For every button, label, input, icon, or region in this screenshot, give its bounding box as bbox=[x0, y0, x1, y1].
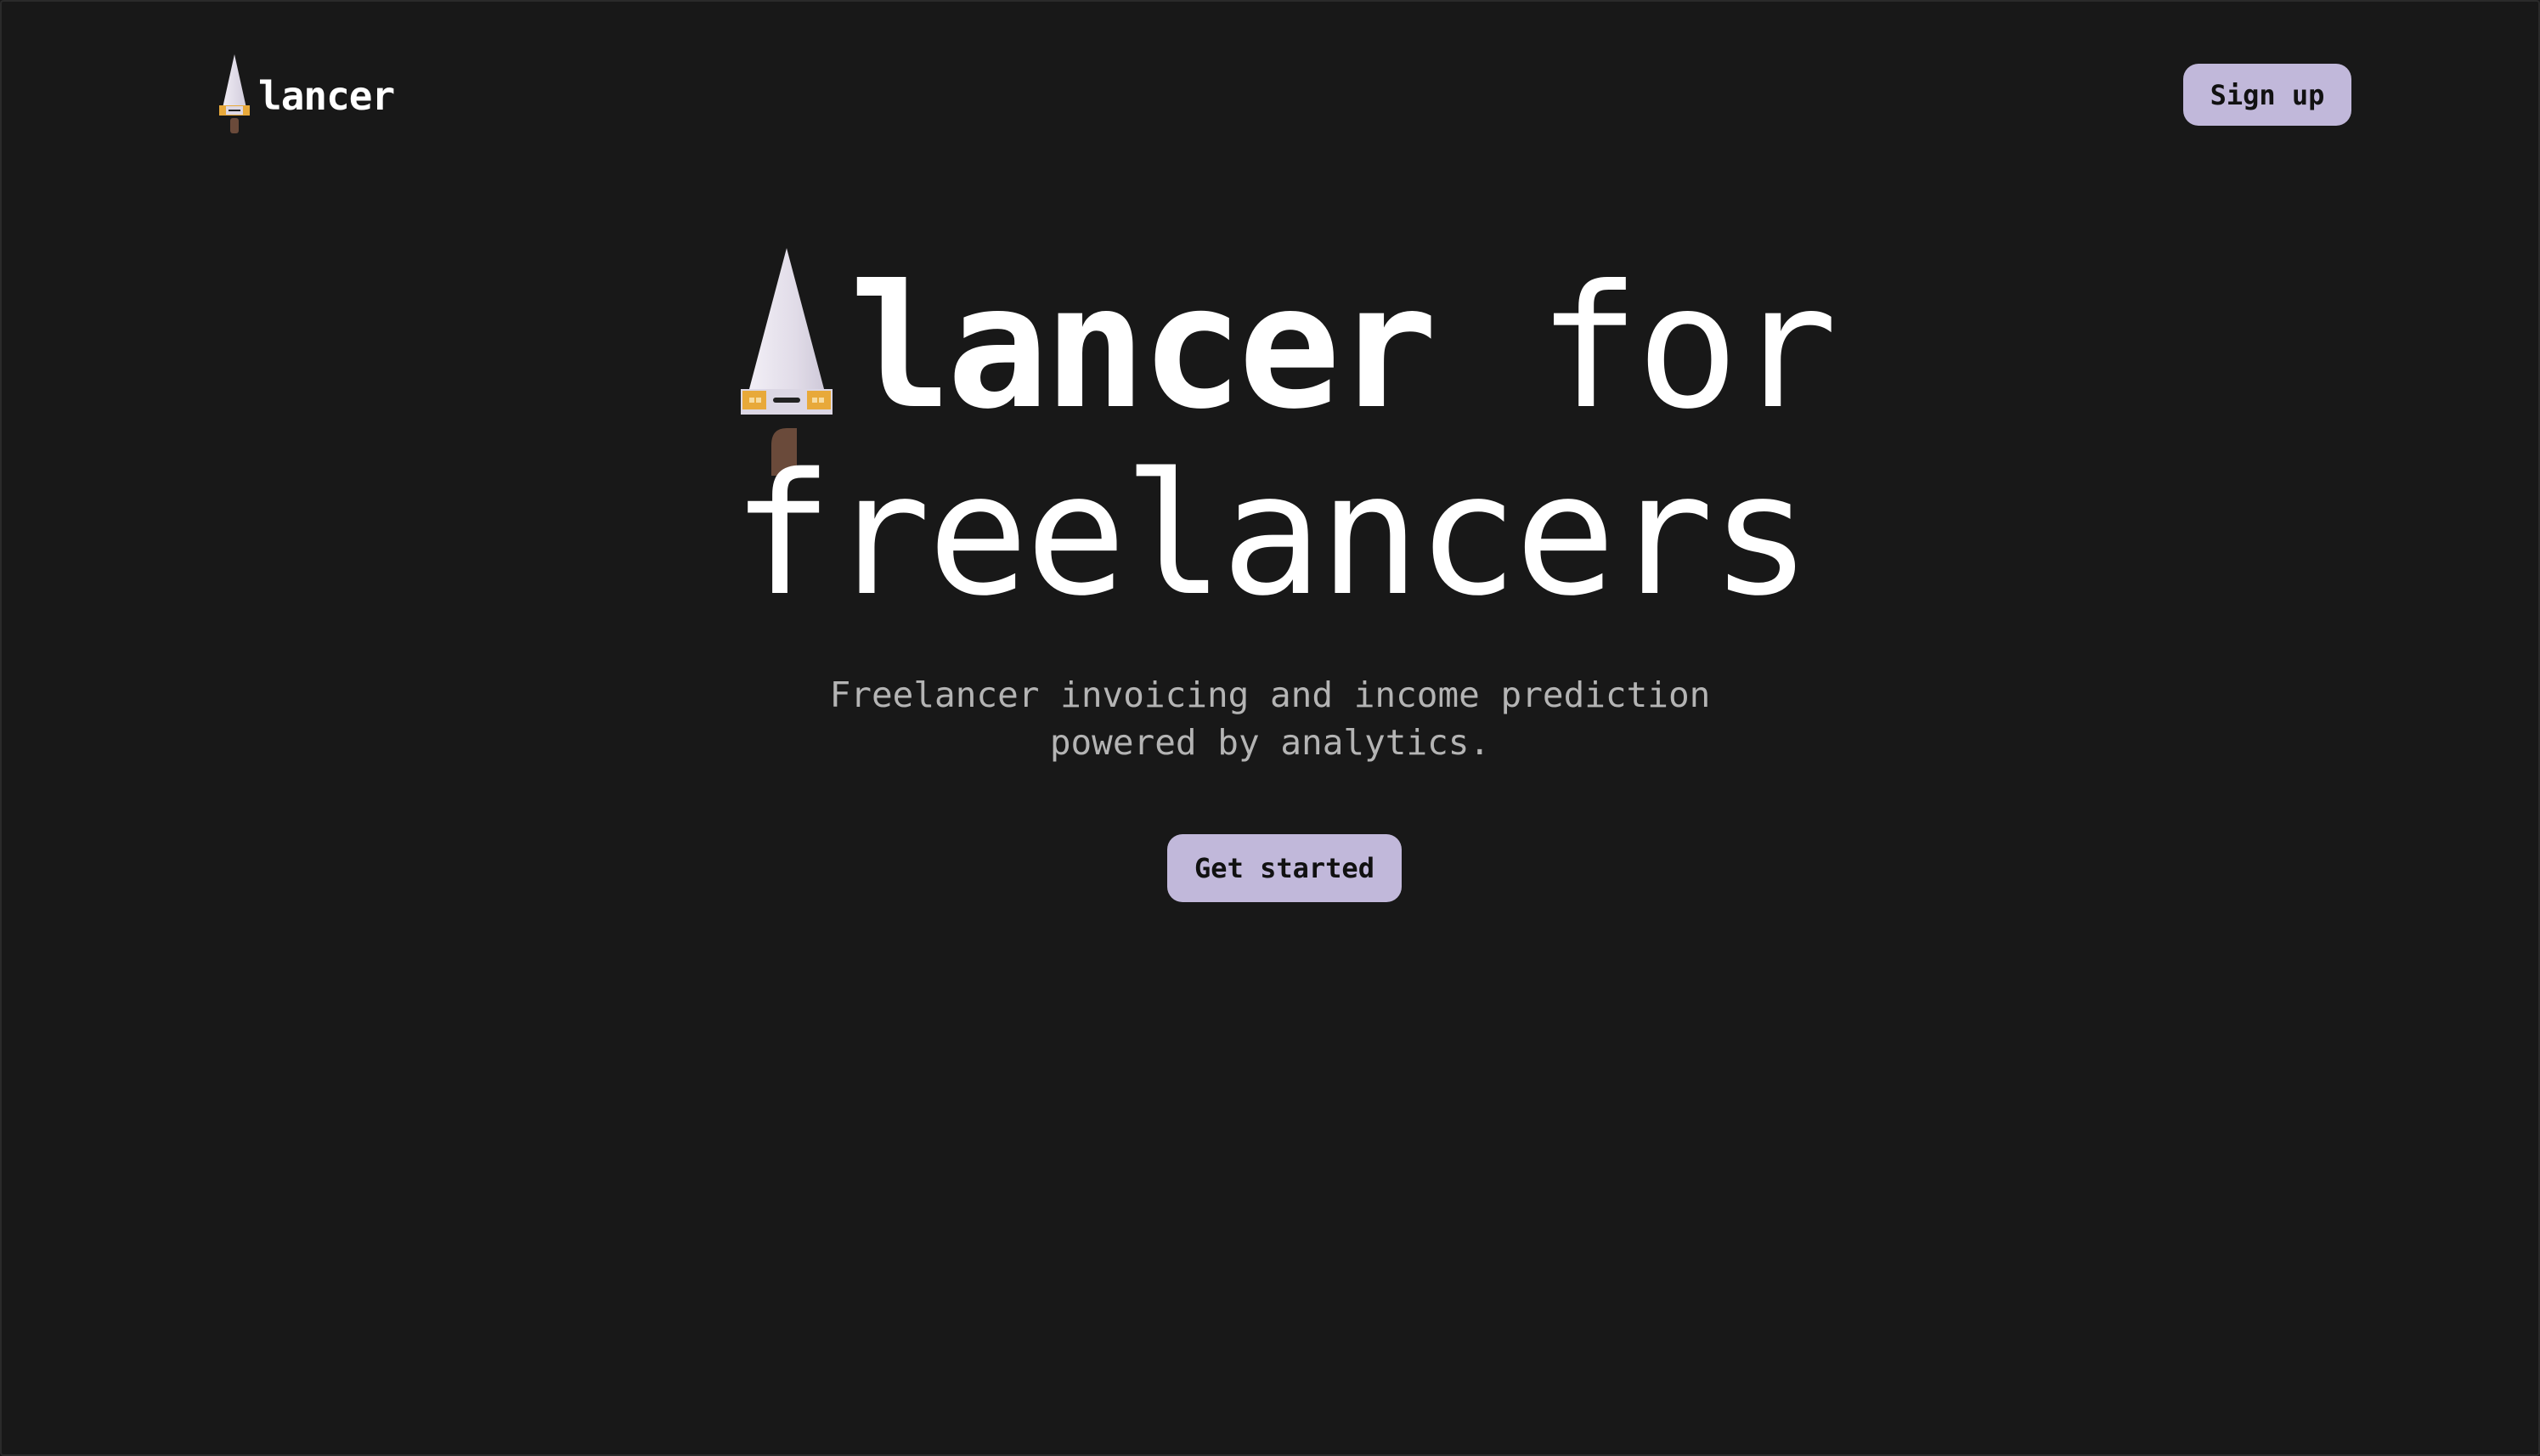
brand-home-link[interactable]: lancer bbox=[216, 53, 395, 138]
hero-subtitle: Freelancer invoicing and income predicti… bbox=[0, 671, 2540, 766]
hero-title-freelancers: freelancers bbox=[731, 437, 1811, 633]
hero-section: lancer for freelancers bbox=[0, 238, 2540, 680]
site-header: lancer Sign up bbox=[0, 0, 2540, 144]
gnome-hat-mascot-icon bbox=[219, 54, 250, 133]
sign-up-button[interactable]: Sign up bbox=[2183, 64, 2351, 126]
brand-name: lancer bbox=[258, 73, 395, 119]
hero-subtitle-line2: powered by analytics. bbox=[1049, 722, 1491, 763]
get-started-button[interactable]: Get started bbox=[1167, 834, 1402, 902]
hero-title-brand: lancer bbox=[849, 249, 1437, 447]
hero-subtitle-line1: Freelancer invoicing and income predicti… bbox=[829, 674, 1711, 715]
hero-title-for: for bbox=[1538, 249, 1837, 447]
